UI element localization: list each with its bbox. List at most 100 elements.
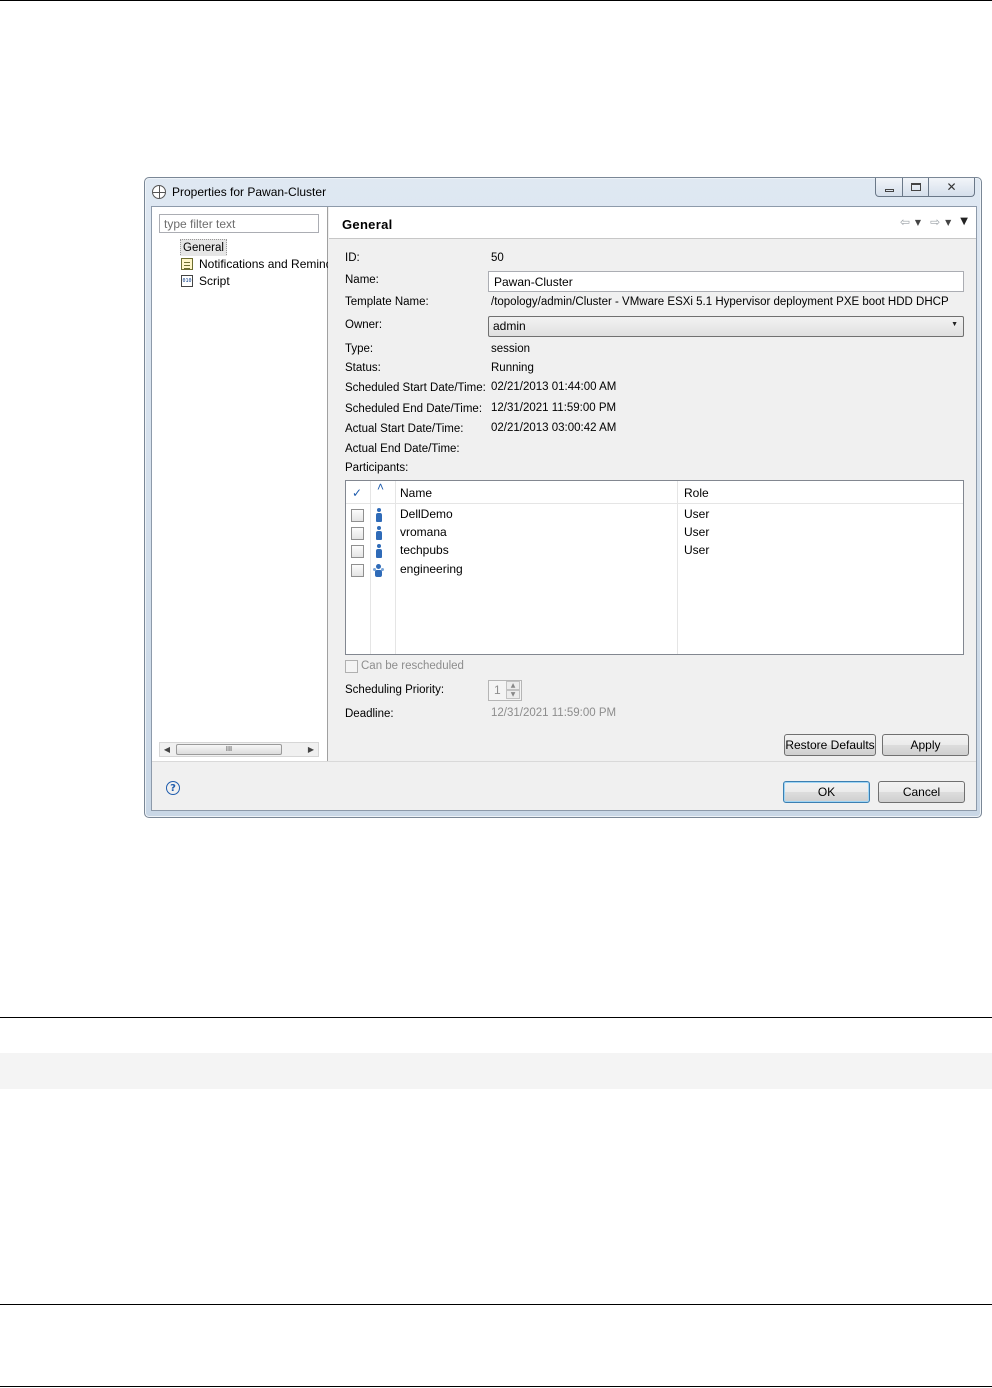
tree-item-script[interactable]: 010 Script: [180, 273, 328, 290]
participant-name: DellDemo: [400, 507, 453, 521]
script-icon: 010: [181, 275, 193, 287]
page-tree: General Notifications and Reminders 010 …: [180, 239, 328, 290]
scheduled-start-label: Scheduled Start Date/Time:: [345, 382, 486, 394]
user-icon: [375, 544, 383, 558]
forward-dropdown-icon[interactable]: ▼: [945, 218, 951, 229]
page-header: General ⇦ ▼ ⇨ ▼ ▼: [329, 207, 976, 239]
user-icon: [375, 526, 383, 540]
table-row[interactable]: vromana User: [346, 524, 963, 542]
history-nav: ⇦ ▼ ⇨ ▼ ▼: [900, 215, 968, 229]
actual-end-label: Actual End Date/Time:: [345, 443, 460, 455]
title-bar[interactable]: Properties for Pawan-Cluster ✕: [145, 178, 981, 206]
properties-page: General ⇦ ▼ ⇨ ▼ ▼ ID: 50 Name: Template …: [329, 207, 976, 761]
role-column-header[interactable]: Role: [684, 481, 709, 504]
restore-defaults-button[interactable]: Restore Defaults: [784, 734, 876, 756]
spin-down-icon[interactable]: ▼: [506, 690, 520, 699]
close-button[interactable]: ✕: [929, 178, 975, 197]
tree-item-notifications[interactable]: Notifications and Reminders: [180, 256, 328, 273]
type-label: Type:: [345, 343, 374, 355]
scheduled-end-value: 12/31/2021 11:59:00 PM: [491, 402, 617, 414]
tree-item-general[interactable]: General: [180, 239, 328, 256]
template-label: Template Name:: [345, 296, 429, 308]
minimize-button[interactable]: [875, 178, 903, 197]
globe-icon: [152, 185, 166, 199]
page-bottom-rule: [0, 1386, 992, 1387]
apply-button[interactable]: Apply: [882, 734, 969, 756]
type-value: session: [491, 343, 530, 355]
participant-role: User: [684, 543, 710, 557]
scroll-left-icon[interactable]: ◀: [160, 743, 174, 756]
dialog-client-area: General Notifications and Reminders 010 …: [151, 206, 977, 811]
can-be-rescheduled-label: Can be rescheduled: [361, 660, 464, 672]
window-controls: ✕: [875, 178, 975, 198]
help-icon[interactable]: ?: [166, 781, 180, 795]
status-label: Status:: [345, 362, 381, 374]
check-column-header[interactable]: ✓: [352, 481, 362, 504]
page-top-rule: [0, 0, 992, 1]
tree-item-label: Notifications and Reminders: [199, 257, 328, 271]
id-value: 50: [491, 252, 504, 264]
participant-name: vromana: [400, 525, 447, 539]
table-row[interactable]: techpubs User: [346, 542, 963, 560]
row-checkbox[interactable]: [351, 564, 364, 577]
status-value: Running: [491, 362, 534, 374]
deadline-label: Deadline:: [345, 708, 394, 720]
row-checkbox[interactable]: [351, 509, 364, 522]
navigation-pane: General Notifications and Reminders 010 …: [152, 207, 328, 761]
owner-label: Owner:: [345, 319, 383, 331]
back-dropdown-icon[interactable]: ▼: [915, 218, 921, 229]
name-input[interactable]: [488, 271, 964, 292]
owner-select[interactable]: admin ▼: [488, 316, 964, 337]
scroll-thumb[interactable]: III: [176, 744, 282, 755]
name-column-header[interactable]: Name: [400, 481, 432, 504]
actual-start-label: Actual Start Date/Time:: [345, 423, 464, 435]
participant-role: User: [684, 507, 710, 521]
owner-selected-value: admin: [493, 319, 526, 333]
cancel-button[interactable]: Cancel: [878, 781, 965, 803]
row-checkbox[interactable]: [351, 527, 364, 540]
table-band: [0, 1053, 992, 1089]
table-header: ✓ ˄ Name Role: [346, 480, 963, 504]
participants-table: ✓ ˄ Name Role DellDemo User vromana User…: [345, 480, 964, 655]
tree-item-label: General: [180, 239, 227, 256]
can-be-rescheduled-checkbox[interactable]: [345, 660, 358, 673]
forward-arrow-icon[interactable]: ⇨: [930, 215, 940, 229]
participants-label: Participants:: [345, 462, 409, 474]
priority-value: 1: [494, 683, 501, 697]
table-row[interactable]: DellDemo User: [346, 506, 963, 524]
group-icon: [372, 563, 386, 577]
back-arrow-icon[interactable]: ⇦: [900, 215, 910, 229]
participant-role: User: [684, 525, 710, 539]
actual-start-value: 02/21/2013 03:00:42 AM: [491, 422, 617, 434]
sort-indicator-icon[interactable]: ˄: [377, 475, 384, 498]
maximize-icon: [910, 183, 921, 191]
participant-name: engineering: [400, 562, 463, 576]
ok-button[interactable]: OK: [783, 781, 870, 803]
notifications-icon: [181, 258, 193, 270]
window-title: Properties for Pawan-Cluster: [172, 185, 327, 199]
chevron-down-icon: ▼: [951, 321, 958, 328]
page-rule: [0, 1017, 992, 1018]
spin-up-icon[interactable]: ▲: [506, 681, 520, 690]
view-menu-icon[interactable]: ▼: [960, 216, 968, 229]
scroll-right-icon[interactable]: ▶: [304, 743, 318, 756]
name-label: Name:: [345, 274, 379, 286]
id-label: ID:: [345, 252, 360, 264]
user-icon: [375, 508, 383, 522]
page-title: General: [342, 217, 393, 232]
participant-name: techpubs: [400, 543, 449, 557]
page-rule: [0, 1304, 992, 1305]
properties-dialog: Properties for Pawan-Cluster ✕ General N…: [144, 177, 982, 818]
dialog-button-bar: ? OK Cancel: [152, 761, 976, 810]
horizontal-scrollbar[interactable]: ◀ III ▶: [159, 742, 319, 757]
table-row[interactable]: engineering: [346, 561, 963, 579]
tree-item-label: Script: [199, 274, 230, 288]
row-checkbox[interactable]: [351, 545, 364, 558]
deadline-value: 12/31/2021 11:59:00 PM: [491, 707, 617, 719]
template-value: /topology/admin/Cluster - VMware ESXi 5.…: [491, 296, 949, 308]
maximize-button[interactable]: [903, 178, 929, 197]
scheduling-priority-spinner[interactable]: 1 ▲ ▼: [488, 680, 522, 701]
scheduled-start-value: 02/21/2013 01:44:00 AM: [491, 381, 617, 393]
filter-input[interactable]: [159, 214, 319, 233]
scheduled-end-label: Scheduled End Date/Time:: [345, 403, 483, 415]
